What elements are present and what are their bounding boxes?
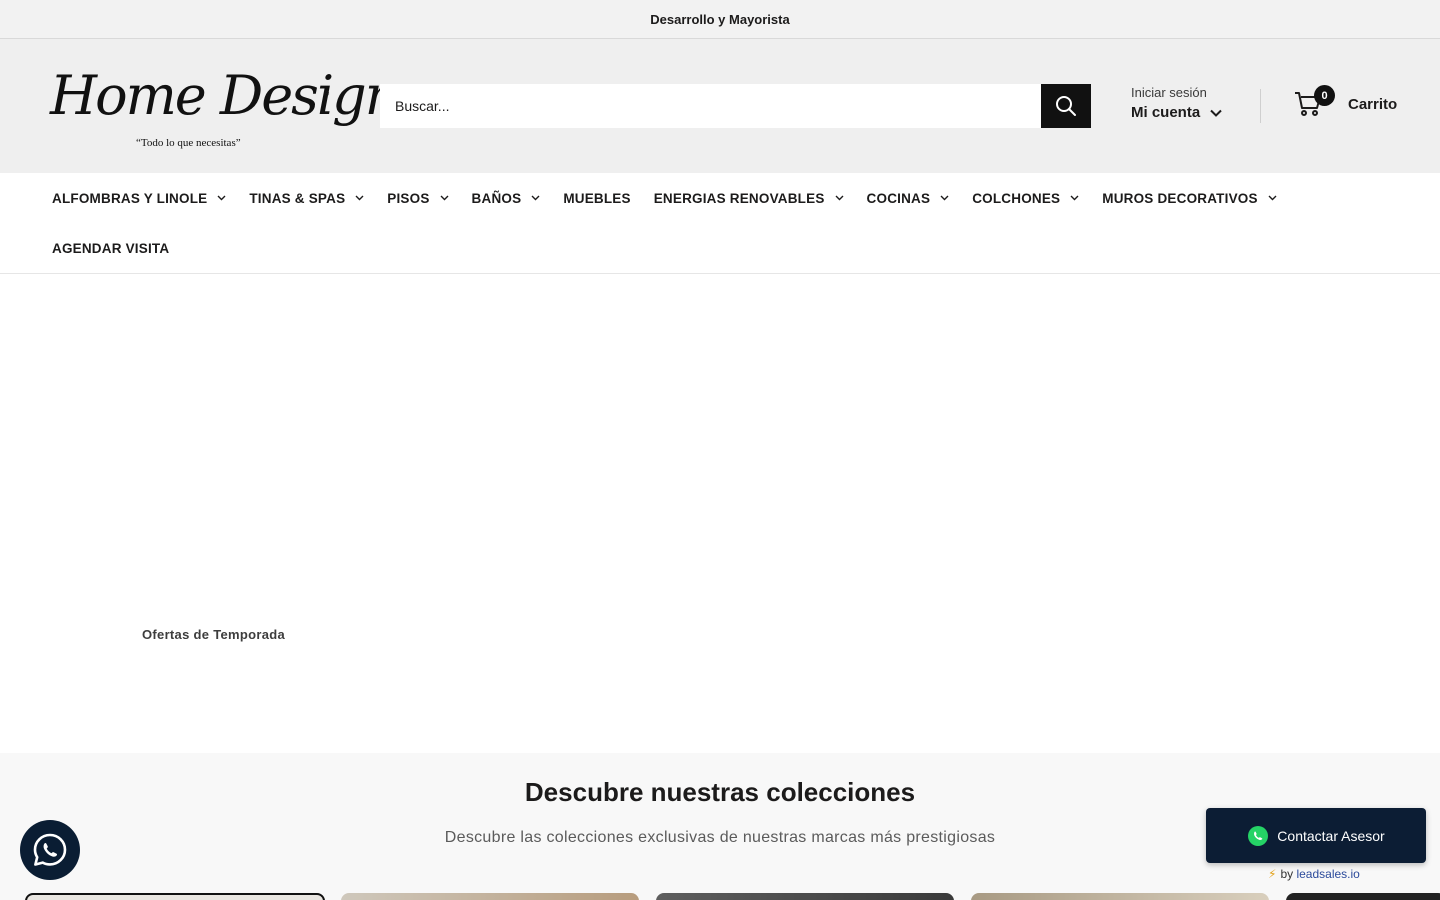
search-input[interactable] — [380, 84, 1041, 128]
hero-label[interactable]: Ofertas de Temporada — [142, 627, 285, 642]
nav-item-pisos[interactable]: PISOS — [387, 190, 449, 206]
chevron-down-icon — [531, 195, 540, 201]
site-header: Home Design ® “Todo lo que necesitas” In… — [0, 39, 1440, 173]
chevron-down-icon — [217, 195, 226, 201]
nav-item-label: PISOS — [387, 190, 430, 206]
cart-button[interactable]: 0 Carrito — [1294, 85, 1398, 117]
nav-item-label: MUEBLES — [563, 190, 631, 206]
collections-title: Descubre nuestras colecciones — [524, 777, 916, 807]
contact-advisor-button[interactable]: Contactar Asesor — [1206, 808, 1426, 863]
nav-row-secondary: AGENDAR VISITA — [52, 223, 1440, 273]
nav-item-label: TINAS & SPAS — [249, 190, 346, 206]
my-account-dropdown[interactable]: Mi cuenta — [1131, 104, 1222, 121]
account-menu[interactable]: Iniciar sesión Mi cuenta — [1131, 85, 1222, 121]
chevron-down-icon — [1210, 109, 1222, 117]
nav-row-primary: ALFOMBRAS Y LINOLE TINAS & SPAS PISOS BA… — [52, 173, 1440, 223]
byline-by: by — [1280, 867, 1294, 881]
contact-advisor-label: Contactar Asesor — [1277, 827, 1385, 844]
my-account-label: Mi cuenta — [1131, 104, 1201, 121]
search-button[interactable] — [1041, 84, 1091, 128]
chevron-down-icon — [1070, 195, 1079, 201]
whatsapp-icon — [33, 833, 67, 866]
cart-label: Carrito — [1348, 95, 1398, 113]
nav-item-agendar-visita[interactable]: AGENDAR VISITA — [52, 241, 169, 256]
nav-item-energias-renovables[interactable]: ENERGIAS RENOVABLES — [654, 191, 844, 206]
nav-item-banos[interactable]: BAÑOS — [472, 191, 541, 206]
collection-card[interactable] — [971, 893, 1269, 900]
announcement-text: Desarrollo y Mayorista — [650, 11, 790, 27]
lightning-icon: ⚡ — [1268, 867, 1277, 881]
nav-item-muros-decorativos[interactable]: MUROS DECORATIVOS — [1102, 190, 1277, 206]
leadsales-link[interactable]: leadsales.io — [1296, 867, 1359, 881]
cart-icon-wrap: 0 — [1294, 85, 1335, 117]
nav-item-label: COCINAS — [866, 190, 931, 206]
hero-banner: Ofertas de Temporada — [0, 274, 1440, 753]
nav-item-muebles[interactable]: MUEBLES — [563, 191, 630, 206]
nav-item-label: ENERGIAS RENOVABLES — [653, 190, 825, 206]
search-icon — [1056, 96, 1076, 116]
chevron-down-icon — [835, 195, 844, 201]
nav-item-label: COLCHONES — [972, 190, 1061, 206]
chevron-down-icon — [940, 195, 949, 201]
nav-item-label: AGENDAR VISITA — [52, 240, 170, 256]
whatsapp-float-button[interactable] — [20, 820, 80, 880]
collection-card[interactable] — [25, 893, 325, 900]
nav-item-alfombras[interactable]: ALFOMBRAS Y LINOLE — [52, 191, 226, 206]
chevron-down-icon — [1268, 195, 1277, 201]
collection-card[interactable] — [341, 893, 639, 900]
announcement-bar: Desarrollo y Mayorista — [0, 0, 1440, 39]
collection-card[interactable] — [656, 893, 954, 900]
home-design-logo[interactable]: Home Design ® “Todo lo que necesitas” — [50, 61, 400, 153]
logo-registered-mark: ® — [324, 91, 330, 98]
chevron-down-icon — [355, 195, 364, 201]
login-link[interactable]: Iniciar sesión — [1131, 85, 1222, 100]
nav-item-tinas-spas[interactable]: TINAS & SPAS — [249, 191, 364, 206]
main-navigation: ALFOMBRAS Y LINOLE TINAS & SPAS PISOS BA… — [0, 173, 1440, 274]
nav-item-label: MUROS DECORATIVOS — [1102, 190, 1258, 206]
chevron-down-icon — [440, 195, 449, 201]
search-form — [380, 84, 1091, 128]
nav-item-cocinas[interactable]: COCINAS — [867, 191, 950, 206]
leadsales-byline: ⚡ by leadsales.io — [1268, 867, 1360, 881]
logo-tagline: “Todo lo que necesitas” — [136, 137, 241, 149]
nav-item-label: ALFOMBRAS Y LINOLE — [52, 190, 208, 206]
nav-item-colchones[interactable]: COLCHONES — [972, 191, 1079, 206]
whatsapp-icon — [1248, 825, 1269, 846]
header-divider — [1260, 89, 1261, 123]
collection-card[interactable] — [1286, 893, 1440, 900]
nav-item-label: BAÑOS — [471, 190, 522, 206]
logo-script-text: Home Design — [50, 64, 400, 127]
cart-count-badge: 0 — [1314, 85, 1335, 106]
